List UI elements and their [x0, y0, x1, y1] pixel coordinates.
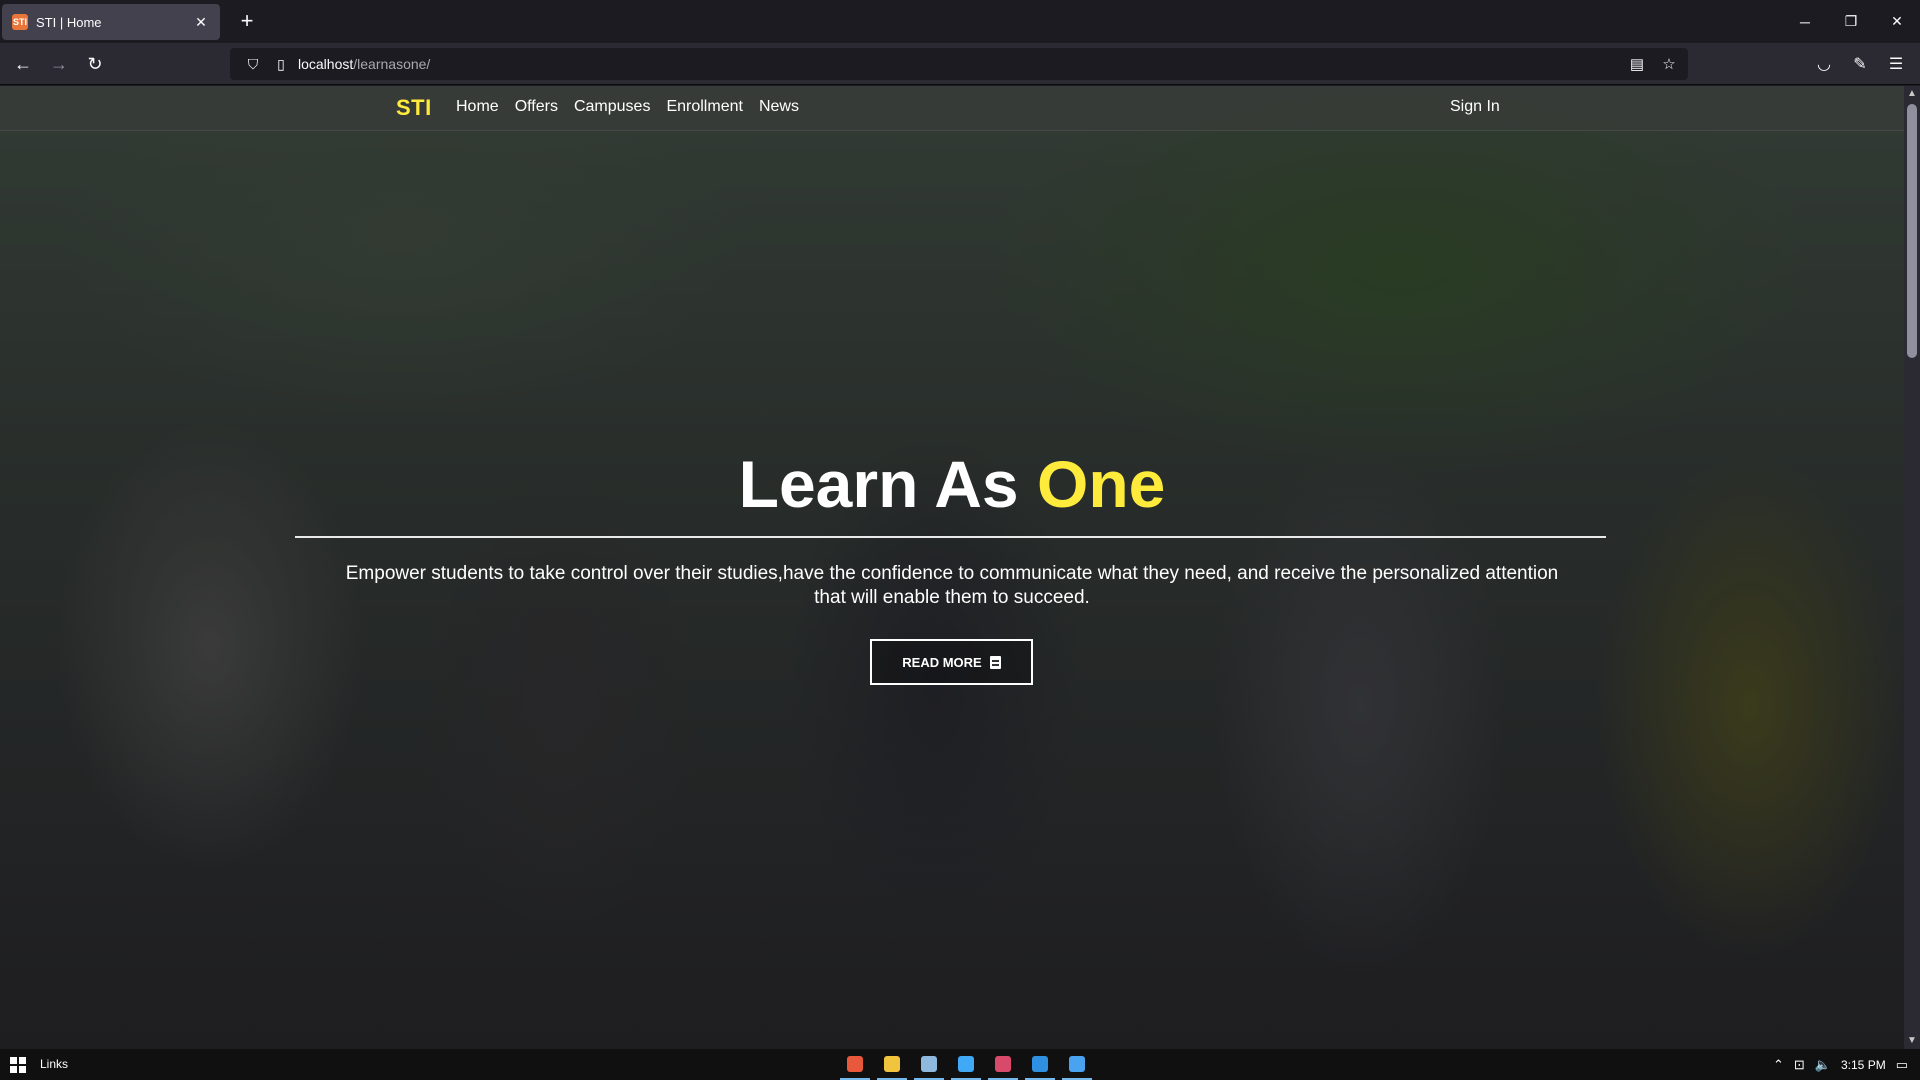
notepad-icon-glyph: [921, 1055, 937, 1072]
page-viewport: STI Home Offers Campuses Enrollment News…: [0, 86, 1904, 1049]
this-pc-icon-glyph: [958, 1055, 974, 1072]
nav-news[interactable]: News: [759, 98, 799, 116]
system-tray: ⌃ ⊡ 🔈 3:15 PM ▭: [1773, 1049, 1908, 1080]
vscode-icon[interactable]: [1025, 1049, 1055, 1080]
scroll-up-icon[interactable]: ▲: [1904, 86, 1920, 102]
page-icon[interactable]: ▯: [270, 56, 292, 73]
brand-logo[interactable]: STI: [396, 95, 432, 121]
toolbar-icons: ◡ ✎ ☰: [1810, 49, 1910, 79]
site-navbar: STI Home Offers Campuses Enrollment News…: [0, 86, 1904, 131]
tab-close-icon[interactable]: ✕: [192, 14, 210, 31]
pocket-icon[interactable]: ◡: [1810, 49, 1838, 79]
browser-tab-bar: STI STI | Home ✕ + ─ ❐ ✕: [0, 0, 1920, 43]
headline-accent: One: [1036, 447, 1166, 521]
taskbar-apps: [840, 1049, 1092, 1080]
url-actions: ▤ ☆: [1626, 48, 1680, 80]
url-host: localhost: [298, 56, 354, 72]
forward-arrow-icon[interactable]: →: [44, 49, 74, 79]
brave-icon-glyph: [847, 1055, 863, 1072]
close-icon[interactable]: ✕: [1874, 0, 1920, 43]
read-more-label: READ MORE: [902, 654, 982, 670]
network-icon[interactable]: ⊡: [1794, 1057, 1805, 1073]
file-explorer-icon-glyph: [884, 1055, 900, 1072]
scroll-down-icon[interactable]: ▼: [1904, 1033, 1920, 1049]
minimize-icon[interactable]: ─: [1782, 0, 1828, 43]
shield-icon[interactable]: ⛉: [242, 56, 264, 73]
mail-app-icon[interactable]: [988, 1049, 1018, 1080]
restore-icon[interactable]: ❐: [1828, 0, 1874, 43]
chevron-up-icon[interactable]: ⌃: [1773, 1057, 1784, 1073]
notepad-icon[interactable]: [914, 1049, 944, 1080]
hero-divider: [295, 536, 1606, 538]
nav-campuses[interactable]: Campuses: [574, 98, 650, 116]
url-path: /learnasone/: [353, 56, 431, 72]
notification-icon[interactable]: ▭: [1896, 1057, 1908, 1073]
back-arrow-icon[interactable]: ←: [8, 49, 38, 79]
site-menu: Home Offers Campuses Enrollment News: [456, 98, 799, 116]
headline-main: Learn As: [738, 447, 1037, 521]
url-bar[interactable]: ⛉ ▯ localhost /learnasone/ ▤ ☆: [230, 48, 1688, 80]
brave-icon[interactable]: [840, 1049, 870, 1080]
reader-view-icon[interactable]: ▤: [1626, 55, 1648, 73]
bookmark-star-icon[interactable]: ☆: [1658, 55, 1680, 73]
firefox-icon-glyph: [1069, 1055, 1085, 1072]
file-explorer-icon[interactable]: [877, 1049, 907, 1080]
nav-home[interactable]: Home: [456, 98, 499, 116]
vscode-icon-glyph: [1032, 1055, 1048, 1072]
hero-headline: Learn As One: [0, 446, 1904, 522]
browser-toolbar: ← → ↻ ⛉ ▯ localhost /learnasone/ ▤ ☆ ◡ ✎…: [0, 43, 1920, 85]
tab-title: STI | Home: [36, 14, 102, 30]
links-toolbar[interactable]: Links: [40, 1057, 68, 1071]
book-icon: [989, 655, 1001, 669]
this-pc-icon[interactable]: [951, 1049, 981, 1080]
scroll-thumb[interactable]: [1907, 104, 1917, 358]
firefox-icon[interactable]: [1062, 1049, 1092, 1080]
wrench-icon[interactable]: ✎: [1846, 49, 1874, 79]
clock[interactable]: 3:15 PM: [1841, 1058, 1886, 1072]
nav-enrollment[interactable]: Enrollment: [666, 98, 742, 116]
browser-tab-active[interactable]: STI STI | Home ✕: [2, 4, 220, 40]
page-scrollbar[interactable]: ▲ ▼: [1904, 86, 1920, 1049]
site-favicon-icon: STI: [12, 14, 28, 30]
hero-tagline: Empower students to take control over th…: [345, 563, 1559, 608]
new-tab-button[interactable]: +: [234, 8, 260, 34]
volume-icon[interactable]: 🔈: [1815, 1057, 1831, 1073]
menu-hamburger-icon[interactable]: ☰: [1882, 49, 1910, 79]
sign-in-link[interactable]: Sign In: [1450, 98, 1500, 116]
mail-app-icon-glyph: [995, 1055, 1011, 1072]
window-controls: ─ ❐ ✕: [1782, 0, 1920, 43]
nav-offers[interactable]: Offers: [515, 98, 558, 116]
read-more-button[interactable]: READ MORE: [870, 639, 1033, 685]
reload-icon[interactable]: ↻: [80, 49, 110, 79]
windows-start-icon[interactable]: [10, 1057, 26, 1073]
windows-taskbar: Links ⌃ ⊡ 🔈 3:15 PM ▭: [0, 1049, 1920, 1080]
